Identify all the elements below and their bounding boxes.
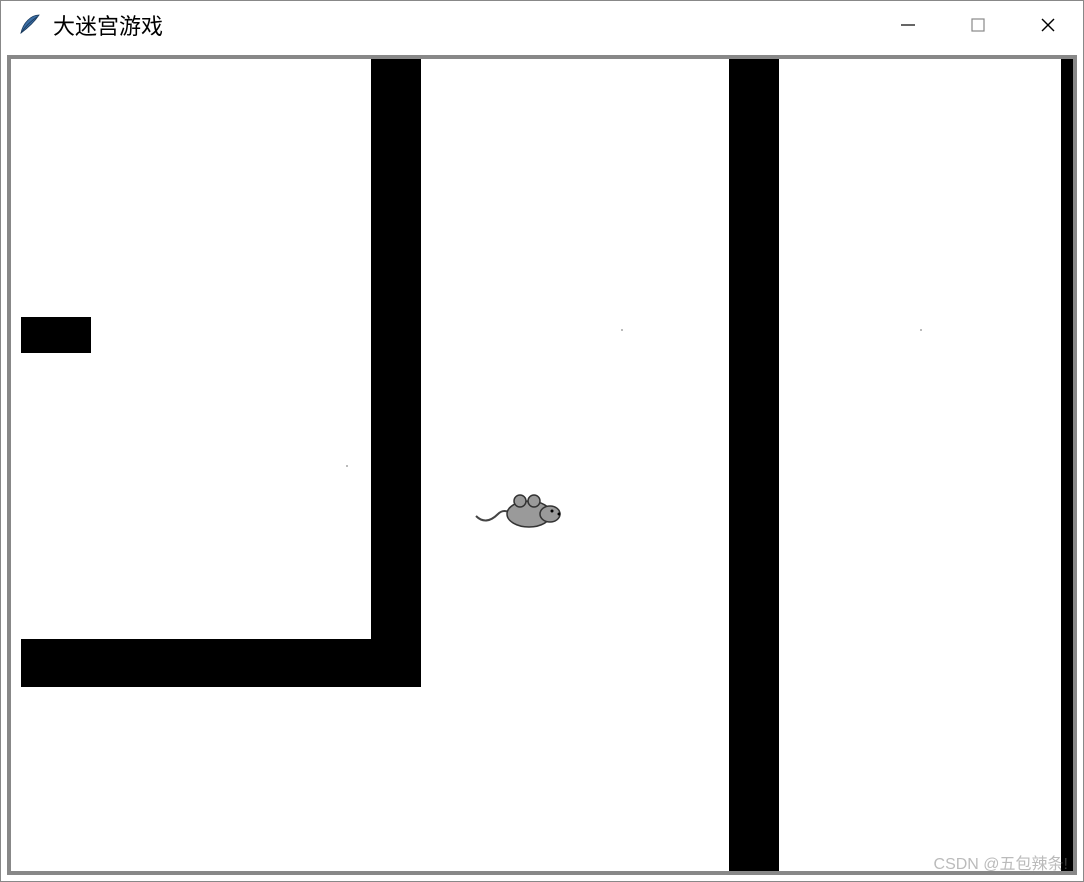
close-button[interactable] <box>1013 1 1083 49</box>
content-frame <box>1 49 1083 881</box>
decoration-dot <box>920 329 922 331</box>
minimize-button[interactable] <box>873 1 943 49</box>
decoration-dot <box>346 465 348 467</box>
maze-wall <box>21 317 91 353</box>
player-sprite-mouse[interactable] <box>474 486 564 541</box>
application-window: 大迷宫游戏 <box>0 0 1084 882</box>
game-canvas[interactable] <box>7 55 1077 875</box>
maximize-icon <box>970 17 986 33</box>
minimize-icon <box>899 16 917 34</box>
maze-wall <box>1061 59 1075 875</box>
maze-wall <box>371 59 421 677</box>
maximize-button[interactable] <box>943 1 1013 49</box>
maze-wall <box>729 59 779 875</box>
maze-wall <box>21 639 421 687</box>
close-icon <box>1039 16 1057 34</box>
decoration-dot <box>621 329 623 331</box>
window-title: 大迷宫游戏 <box>53 9 873 41</box>
window-controls <box>873 1 1083 49</box>
feather-icon <box>17 13 41 37</box>
titlebar[interactable]: 大迷宫游戏 <box>1 1 1083 49</box>
